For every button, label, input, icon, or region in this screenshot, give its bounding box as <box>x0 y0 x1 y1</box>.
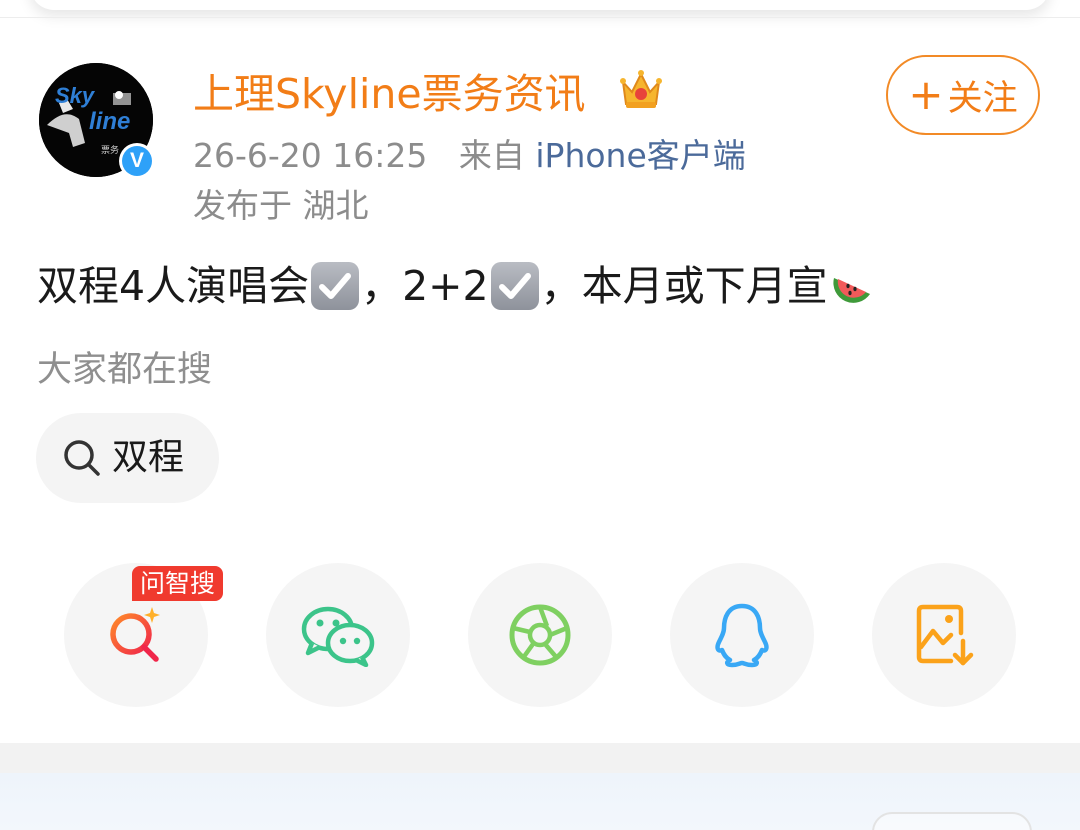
wechat-icon <box>301 606 375 667</box>
trending-search-title: 大家都在搜 <box>37 350 213 390</box>
ai-search-icon <box>110 607 160 662</box>
qq-penguin-icon <box>715 603 769 668</box>
follow-label: 关注 <box>947 78 1018 119</box>
share-moments-button[interactable] <box>468 563 612 707</box>
avatar[interactable]: Sky line 票务 V <box>39 63 155 179</box>
source-prefix: 来自 <box>458 136 525 175</box>
svg-text:票务: 票务 <box>101 144 119 156</box>
share-wechat-button[interactable] <box>266 563 410 707</box>
previous-card <box>30 0 1050 10</box>
save-image-button[interactable] <box>872 563 1016 707</box>
post-timestamp: 26-6-20 16:25 <box>193 136 428 175</box>
search-chip[interactable]: 双程 <box>36 413 219 503</box>
section-separator <box>0 743 1080 773</box>
check-box-emoji-icon <box>490 262 539 310</box>
ai-search-badge: 问智搜 <box>132 566 224 601</box>
share-qq-button[interactable] <box>670 563 814 707</box>
post-text-part-2: ，2+2 <box>361 262 489 310</box>
watermelon-emoji-icon <box>833 278 870 303</box>
post-text-part-1: 双程4人演唱会 <box>37 262 310 310</box>
save-image-icon <box>916 604 974 666</box>
svg-text:line: line <box>89 108 130 135</box>
moments-aperture-icon <box>509 604 571 666</box>
post-content: 双程4人演唱会 ，2+2 ，本月或下月宣 <box>37 258 874 314</box>
next-card-button[interactable] <box>872 812 1032 830</box>
weibo-post-page: Sky line 票务 V 上理Skyline票务资讯 26-6-20 16:2… <box>0 0 1080 830</box>
post-source[interactable]: iPhone客户端 <box>535 136 745 175</box>
post-text-part-3: ，本月或下月宣 <box>540 262 828 310</box>
verified-badge-icon: V <box>119 143 155 179</box>
search-icon <box>64 440 100 476</box>
post-location: 发布于 湖北 <box>193 186 369 225</box>
svg-text:Sky: Sky <box>55 83 96 108</box>
crown-icon <box>620 70 662 108</box>
post-meta: 26-6-20 16:25 来自 iPhone客户端 <box>193 134 746 178</box>
search-chip-label: 双程 <box>112 437 185 478</box>
divider <box>0 17 1080 18</box>
username[interactable]: 上理Skyline票务资讯 <box>193 68 586 120</box>
plus-icon: + <box>908 70 944 119</box>
follow-button[interactable]: + 关注 <box>886 55 1040 135</box>
check-box-emoji-icon <box>311 262 360 310</box>
